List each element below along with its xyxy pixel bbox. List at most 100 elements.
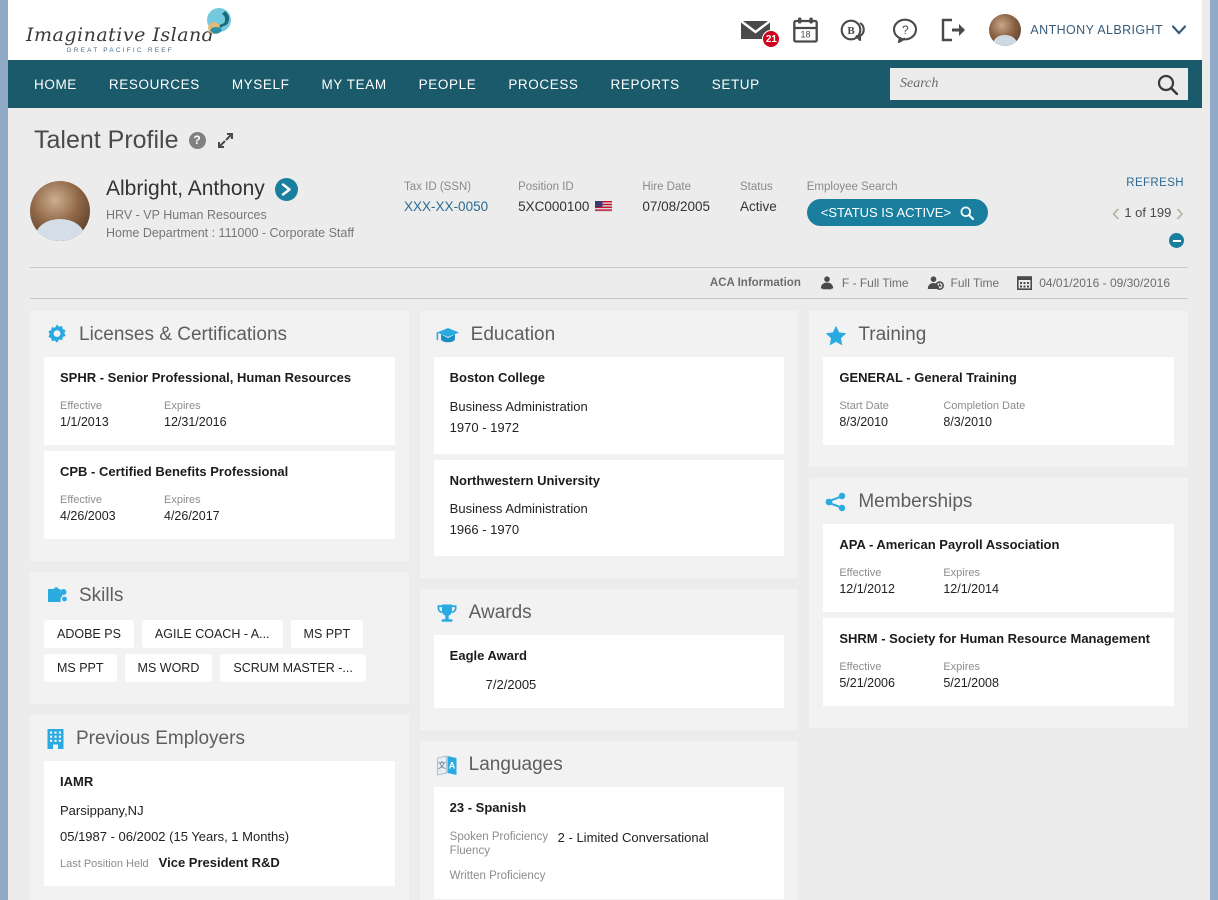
field-completion-date: Completion Date 8/3/2010 xyxy=(943,400,1047,429)
search-icon[interactable] xyxy=(960,206,974,220)
education-entry[interactable]: Boston College Business Administration 1… xyxy=(434,357,785,454)
skill-chip[interactable]: MS WORD xyxy=(125,654,213,682)
education-entry[interactable]: Northwestern University Business Adminis… xyxy=(434,460,785,557)
question-mark-icon[interactable]: ? xyxy=(189,132,206,149)
field-label: Last Position Held xyxy=(60,858,149,870)
app-window: Imaginative Island GREAT PACIFIC REEF 21 xyxy=(8,0,1210,900)
field-tax-id: Tax ID (SSN) XXX-XX-0050 xyxy=(404,181,488,226)
nav-item-resources[interactable]: RESOURCES xyxy=(109,77,200,92)
card-body: Eagle Award 7/2/2005 xyxy=(420,635,799,708)
chevron-left-icon[interactable]: ‹ xyxy=(1112,199,1121,225)
trophy-icon xyxy=(436,603,458,624)
skill-chip[interactable]: MS PPT xyxy=(44,654,117,682)
skill-chip[interactable]: SCRUM MASTER -... xyxy=(220,654,365,682)
card-training: Training GENERAL - General Training Star… xyxy=(809,311,1188,467)
avatar xyxy=(989,14,1021,46)
nav-item-process[interactable]: PROCESS xyxy=(508,77,578,92)
field-label: Start Date xyxy=(839,400,943,412)
nav-item-setup[interactable]: SETUP xyxy=(712,77,760,92)
mail-icon[interactable]: 21 xyxy=(740,19,771,41)
field-value: 5/21/2008 xyxy=(943,676,1047,690)
benefits-chat-icon[interactable]: B xyxy=(840,18,870,43)
language-book-icon: A 文 xyxy=(436,754,458,776)
field-effective: Effective 1/1/2013 xyxy=(60,400,164,429)
person-clock-icon xyxy=(927,276,944,290)
aca-status-text: F - Full Time xyxy=(842,276,909,290)
card-body: Boston College Business Administration 1… xyxy=(420,357,799,556)
column-middle: Education Boston College Business Admini… xyxy=(420,311,799,900)
card-licenses-certifications: Licenses & Certifications SPHR - Senior … xyxy=(30,311,409,561)
award-date: 7/2/2005 xyxy=(450,677,769,692)
field-value: 07/08/2005 xyxy=(642,199,710,214)
card-previous-employers: Previous Employers IAMR Parsippany,NJ 05… xyxy=(30,715,409,900)
employee-detail-arrow-icon[interactable] xyxy=(275,178,298,201)
field-label: Effective xyxy=(839,661,943,673)
membership-entry[interactable]: APA - American Payroll Association Effec… xyxy=(823,524,1174,612)
mail-badge-count: 21 xyxy=(762,30,780,48)
card-languages: A 文 Languages 23 - Spanish Spoken Profic… xyxy=(420,741,799,900)
graduation-cap-icon xyxy=(436,326,460,344)
nav-item-my-team[interactable]: MY TEAM xyxy=(321,77,386,92)
field-label: Spoken Proficiency Fluency xyxy=(450,830,558,859)
employee-search-filter-pill[interactable]: <STATUS IS ACTIVE> xyxy=(807,199,988,226)
skill-chip[interactable]: ADOBE PS xyxy=(44,620,134,648)
language-entry[interactable]: 23 - Spanish Spoken Proficiency Fluency … xyxy=(434,787,785,899)
field-label: Expires xyxy=(164,400,268,412)
collapse-summary-button[interactable] xyxy=(1169,233,1184,248)
skill-chip[interactable]: AGILE COACH - A... xyxy=(142,620,283,648)
refresh-button[interactable]: REFRESH xyxy=(1112,177,1184,189)
entry-title: APA - American Payroll Association xyxy=(839,537,1158,554)
license-entry[interactable]: SPHR - Senior Professional, Human Resour… xyxy=(44,357,395,445)
svg-text:A: A xyxy=(448,761,455,771)
brand-logo-area[interactable]: Imaginative Island GREAT PACIFIC REEF xyxy=(20,6,234,54)
field-value-row: 5XC000100 xyxy=(518,199,612,214)
svg-text:B: B xyxy=(848,25,856,37)
card-title: Education xyxy=(471,324,556,346)
card-title: Previous Employers xyxy=(76,728,245,750)
calendar-icon[interactable]: 18 xyxy=(793,17,818,43)
top-bar: Imaginative Island GREAT PACIFIC REEF 21 xyxy=(8,0,1202,60)
nav-item-home[interactable]: HOME xyxy=(34,77,77,92)
chevron-right-icon[interactable]: › xyxy=(1175,199,1184,225)
svg-text:?: ? xyxy=(902,23,909,37)
help-chat-icon[interactable]: ? xyxy=(892,18,919,43)
column-right: Training GENERAL - General Training Star… xyxy=(809,311,1188,728)
card-body: 23 - Spanish Spoken Proficiency Fluency … xyxy=(420,787,799,899)
logout-icon[interactable] xyxy=(941,18,967,42)
summary-actions: REFRESH ‹ 1 of 199 › xyxy=(1112,177,1184,248)
field-expires: Expires 12/31/2016 xyxy=(164,400,268,429)
field-hire-date: Hire Date 07/08/2005 xyxy=(642,181,710,226)
aca-date-range-text: 04/01/2016 - 09/30/2016 xyxy=(1039,276,1170,290)
employer-entry[interactable]: IAMR Parsippany,NJ 05/1987 - 06/2002 (15… xyxy=(44,761,395,887)
nav-item-reports[interactable]: REPORTS xyxy=(611,77,680,92)
card-memberships: Memberships APA - American Payroll Assoc… xyxy=(809,478,1188,728)
search-box[interactable] xyxy=(890,68,1188,100)
card-header: Previous Employers xyxy=(30,715,409,761)
entry-title: CPB - Certified Benefits Professional xyxy=(60,464,379,481)
aca-label: ACA Information xyxy=(710,277,801,289)
nav-item-people[interactable]: PEOPLE xyxy=(419,77,477,92)
employer-dates: 05/1987 - 06/2002 (15 Years, 1 Months) xyxy=(60,828,379,847)
expand-arrows-icon[interactable] xyxy=(216,131,235,150)
employee-job-title: HRV - VP Human Resources xyxy=(106,207,354,224)
skill-chip[interactable]: MS PPT xyxy=(291,620,364,648)
nav-item-myself[interactable]: MYSELF xyxy=(232,77,290,92)
search-input[interactable] xyxy=(900,76,1157,92)
card-title: Languages xyxy=(469,754,563,776)
field-label: Effective xyxy=(60,400,164,412)
chevron-down-icon[interactable] xyxy=(1172,25,1186,35)
field-value: 8/3/2010 xyxy=(943,415,1047,429)
award-entry[interactable]: Eagle Award 7/2/2005 xyxy=(434,635,785,708)
card-title: Awards xyxy=(469,602,532,624)
card-body: APA - American Payroll Association Effec… xyxy=(809,524,1188,706)
field-value[interactable]: XXX-XX-0050 xyxy=(404,199,488,214)
field-effective: Effective 5/21/2006 xyxy=(839,661,943,690)
entry-fields: Effective 12/1/2012 Expires 12/1/2014 xyxy=(839,567,1158,596)
search-icon[interactable] xyxy=(1157,74,1178,95)
user-menu[interactable]: ANTHONY ALBRIGHT xyxy=(989,14,1186,46)
license-entry[interactable]: CPB - Certified Benefits Professional Ef… xyxy=(44,451,395,539)
record-pager: ‹ 1 of 199 › xyxy=(1112,199,1184,225)
membership-entry[interactable]: SHRM - Society for Human Resource Manage… xyxy=(823,618,1174,706)
training-entry[interactable]: GENERAL - General Training Start Date 8/… xyxy=(823,357,1174,445)
aca-time-item: Full Time xyxy=(927,276,1000,290)
